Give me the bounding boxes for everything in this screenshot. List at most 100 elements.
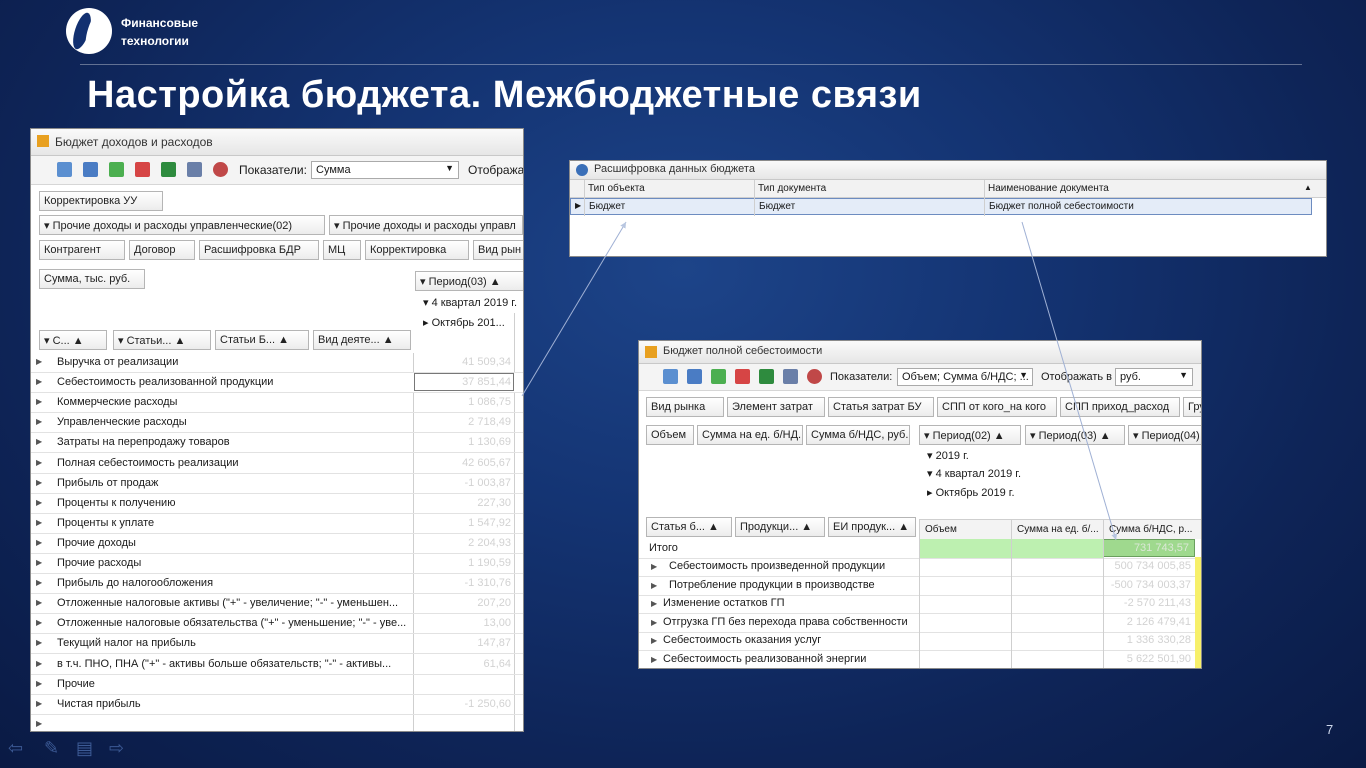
row-header-3[interactable]: Статьи Б... ▲ bbox=[215, 330, 309, 350]
expand-row-icon[interactable]: ▶ bbox=[36, 699, 42, 708]
table-row[interactable]: ▶ Управленческие расходы 2 718,49 bbox=[31, 413, 523, 434]
field-spp-in-out[interactable]: СПП приход_расход bbox=[1060, 397, 1180, 417]
table-row[interactable]: ▶ Изменение остатков ГП -2 570 211,43 bbox=[639, 595, 1201, 615]
collapse-icon[interactable] bbox=[135, 162, 150, 177]
table-row[interactable]: ▶ Прочие доходы 2 204,93 bbox=[31, 534, 523, 554]
table-row[interactable]: ▶ Себестоимость оказания услуг 1 336 330,2… bbox=[639, 632, 1201, 652]
display-unit-select[interactable]: руб. ▼ bbox=[1115, 368, 1193, 386]
print-icon[interactable] bbox=[187, 162, 202, 177]
expand-row-icon[interactable]: ▶ bbox=[651, 618, 657, 627]
table-row[interactable]: ▶ Затраты на перепродажу товаров 1 130,69 bbox=[31, 433, 523, 454]
field-cost-element[interactable]: Элемент затрат bbox=[727, 397, 825, 417]
column-month[interactable]: ▸ Октябрь 201... bbox=[423, 316, 505, 329]
row-header-2[interactable]: ▾ Статьи... ▲ bbox=[113, 330, 211, 350]
column-period[interactable]: ▾ Период(03) ▲ bbox=[415, 271, 523, 291]
table-row[interactable]: ▶ Себестоимость произведенной продукции 50… bbox=[639, 558, 1201, 577]
table-row[interactable]: ▶ Отгрузка ГП без перехода права собствен… bbox=[639, 614, 1201, 633]
copy-icon[interactable] bbox=[83, 162, 98, 177]
row-header-1[interactable]: ▾ С... ▲ bbox=[39, 330, 107, 350]
table-row[interactable]: ▶ Прочие bbox=[31, 675, 523, 695]
table-row[interactable]: ▶ Полная себестоимость реализации 42 605,6… bbox=[31, 454, 523, 474]
table-row[interactable]: ▶ Потребление продукции в производстве -50… bbox=[639, 577, 1201, 596]
expand-row-icon[interactable]: ▶ bbox=[651, 599, 657, 608]
filter-clear-icon[interactable] bbox=[807, 369, 822, 384]
column-period-04[interactable]: ▾ Период(04) ▲ bbox=[1128, 425, 1201, 445]
data-field-sum-excl-vat[interactable]: Сумма б/НДС, руб. bbox=[806, 425, 910, 445]
field-market-type[interactable]: Вид рын bbox=[473, 240, 523, 260]
row-header-3[interactable]: ЕИ продук... ▲ bbox=[828, 517, 916, 537]
expand-row-icon[interactable]: ▶ bbox=[36, 719, 42, 728]
table-row[interactable]: ▶ Проценты к получению 227,30 bbox=[31, 494, 523, 514]
field-spp-from-to[interactable]: СПП от кого_на кого bbox=[937, 397, 1057, 417]
field-mc[interactable]: МЦ bbox=[323, 240, 361, 260]
field-contract[interactable]: Договор bbox=[129, 240, 195, 260]
expand-row-icon[interactable]: ▶ bbox=[36, 518, 42, 527]
table-row[interactable]: ▶ Выручка от реализации 41 509,34 bbox=[31, 353, 523, 373]
row-header-4[interactable]: Вид деяте... ▲ bbox=[313, 330, 411, 350]
pen-icon[interactable]: ✎ bbox=[44, 738, 59, 758]
table-row[interactable]: ▶ Отложенные налоговые обязательства ("+"… bbox=[31, 614, 523, 635]
excel-icon[interactable] bbox=[161, 162, 176, 177]
collapse-icon[interactable] bbox=[735, 369, 750, 384]
field-market-type[interactable]: Вид рынка bbox=[646, 397, 724, 417]
total-row[interactable]: Итого 731 743,57 bbox=[639, 539, 1201, 559]
table-row[interactable]: ▶ Текущий налог на прибыль 147,87 bbox=[31, 634, 523, 655]
field-counterparty[interactable]: Контрагент bbox=[39, 240, 125, 260]
field-group[interactable]: Гру bbox=[1183, 397, 1201, 417]
column-period-03[interactable]: ▾ Период(03) ▲ bbox=[1025, 425, 1125, 445]
expand-row-icon[interactable]: ▶ bbox=[36, 538, 42, 547]
excel-icon[interactable] bbox=[759, 369, 774, 384]
table-row[interactable]: ▶ Коммерческие расходы 1 086,75 bbox=[31, 393, 523, 414]
row-header-2[interactable]: Продукци... ▲ bbox=[735, 517, 825, 537]
col-header-sum[interactable]: Сумма б/НДС, р... bbox=[1109, 524, 1192, 535]
add-icon[interactable] bbox=[57, 162, 72, 177]
expand-row-icon[interactable]: ▶ bbox=[36, 357, 42, 366]
expand-row-icon[interactable]: ▶ bbox=[36, 417, 42, 426]
expand-icon[interactable] bbox=[109, 162, 124, 177]
expand-row-icon[interactable]: ▶ bbox=[36, 437, 42, 446]
table-row[interactable]: ▶ Себестоимость реализованной энергии 5 62… bbox=[639, 651, 1201, 668]
column-quarter[interactable]: ▾ 4 квартал 2019 г. bbox=[423, 296, 517, 309]
table-row[interactable]: ▶ Прочие расходы 1 190,59 bbox=[31, 554, 523, 574]
field-correction[interactable]: Корректировка bbox=[365, 240, 469, 260]
table-row[interactable]: ▶ в т.ч. ПНО, ПНА ("+" - активы больше о… bbox=[31, 655, 523, 675]
data-field-unit-sum[interactable]: Сумма на ед. б/НД... bbox=[697, 425, 803, 445]
expand-row-icon[interactable]: ▶ bbox=[651, 655, 657, 664]
table-row[interactable]: ▶ Прибыль до налогообложения -1 310,76 bbox=[31, 574, 523, 595]
col-header-volume[interactable]: Объем bbox=[925, 524, 957, 535]
indicators-select[interactable]: Объем; Сумма б/НДС; ... ▼ bbox=[897, 368, 1033, 386]
copy-icon[interactable] bbox=[687, 369, 702, 384]
expand-row-icon[interactable]: ▶ bbox=[36, 578, 42, 587]
expand-row-icon[interactable]: ▶ bbox=[651, 562, 657, 571]
expand-row-icon[interactable]: ▶ bbox=[36, 598, 42, 607]
column-month[interactable]: ▸ Октябрь 2019 г. bbox=[927, 486, 1015, 499]
filter-chip[interactable]: Корректировка УУ bbox=[39, 191, 163, 211]
table-row[interactable]: ▶ Прибыль от продаж -1 003,87 bbox=[31, 474, 523, 494]
expand-row-icon[interactable]: ▶ bbox=[36, 377, 42, 386]
column-document-type[interactable]: Тип документа bbox=[758, 183, 826, 194]
nav-back-icon[interactable]: ⇦ bbox=[8, 738, 23, 758]
breakdown-row[interactable]: ▶ Бюджет Бюджет Бюджет полной себестоимо… bbox=[570, 198, 1312, 215]
indicators-select[interactable]: Сумма ▼ bbox=[311, 161, 459, 179]
expand-row-icon[interactable]: ▶ bbox=[36, 638, 42, 647]
table-row[interactable]: ▶ Чистая прибыль -1 250,60 bbox=[31, 695, 523, 715]
column-object-type[interactable]: Тип объекта bbox=[588, 183, 645, 194]
table-row[interactable]: ▶ Отложенные налоговые активы ("+" - увел… bbox=[31, 594, 523, 615]
print-icon[interactable] bbox=[783, 369, 798, 384]
field-bdr-breakdown[interactable]: Расшифровка БДР bbox=[199, 240, 319, 260]
expand-row-icon[interactable]: ▶ bbox=[36, 498, 42, 507]
data-field-sum[interactable]: Сумма, тыс. руб. bbox=[39, 269, 145, 289]
column-document-name[interactable]: Наименование документа bbox=[988, 183, 1109, 194]
group-chip-2[interactable]: ▾ Прочие доходы и расходы управл bbox=[329, 215, 523, 235]
nav-forward-icon[interactable]: ⇨ bbox=[109, 738, 124, 758]
expand-row-icon[interactable]: ▶ bbox=[36, 659, 42, 668]
expand-icon[interactable] bbox=[711, 369, 726, 384]
expand-row-icon[interactable]: ▶ bbox=[36, 558, 42, 567]
expand-row-icon[interactable]: ▶ bbox=[36, 618, 42, 627]
table-row[interactable]: ▶ Себестоимость реализованной продукции 37… bbox=[31, 373, 523, 394]
expand-row-icon[interactable]: ▶ bbox=[36, 397, 42, 406]
table-row[interactable]: ▶ bbox=[31, 715, 523, 731]
expand-row-icon[interactable]: ▶ bbox=[36, 458, 42, 467]
filter-clear-icon[interactable] bbox=[213, 162, 228, 177]
expand-row-icon[interactable]: ▶ bbox=[36, 478, 42, 487]
